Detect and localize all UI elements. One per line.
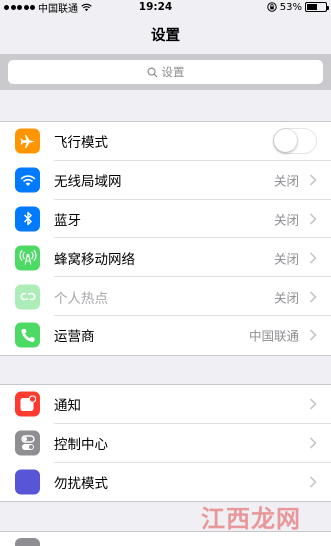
status-bar: 中国联通 19:24 53% [0, 0, 331, 15]
row-label: 运营商 [54, 329, 95, 346]
moon-icon [15, 469, 40, 495]
phone-icon [15, 322, 40, 348]
row-value: 关闭 [273, 290, 299, 306]
row-label: 个人热点 [54, 290, 108, 307]
chevron-right-icon [309, 213, 317, 225]
chevron-right-icon [309, 329, 317, 341]
chevron-right-icon [309, 291, 317, 303]
settings-row-airplane[interactable]: 飞行模式 [0, 122, 331, 161]
signal-dots-icon [4, 4, 35, 10]
page-title: 设置 [151, 27, 180, 44]
settings-row-notifications[interactable]: 通知 [0, 385, 331, 424]
watermark: 江西龙网 [201, 505, 301, 533]
general-icon [15, 538, 40, 546]
search-bar: 设置 [0, 54, 331, 90]
chevron-right-icon [309, 437, 317, 449]
settings-row-wifi[interactable]: 无线局域网 关闭 [0, 161, 331, 200]
chevron-right-icon [309, 174, 317, 186]
search-input[interactable]: 设置 [8, 60, 323, 84]
status-right: 53% [217, 1, 329, 13]
row-label: 蓝牙 [54, 212, 81, 229]
airplane-mode-toggle[interactable] [273, 128, 317, 155]
row-label: 控制中心 [54, 437, 108, 454]
row-label: 无线局域网 [54, 174, 122, 191]
chevron-right-icon [309, 476, 317, 488]
row-value: 关闭 [273, 173, 299, 189]
chevron-right-icon [309, 252, 317, 264]
system-section: 通知控制中心勿扰模式 [0, 384, 331, 503]
row-value: 关闭 [273, 212, 299, 228]
control-center-icon [15, 430, 40, 456]
settings-row-bluetooth[interactable]: 蓝牙 关闭 [0, 200, 331, 239]
row-value: 中国联通 [248, 328, 299, 344]
search-placeholder: 设置 [161, 65, 185, 79]
row-label: 通知 [54, 398, 81, 415]
wifi-status-icon [81, 3, 92, 11]
row-label: 勿扰模式 [54, 475, 108, 492]
notifications-icon [15, 391, 40, 417]
row-label: 飞行模式 [54, 135, 108, 152]
search-icon [147, 67, 158, 78]
settings-row-hotspot[interactable]: 个人热点 关闭 [0, 277, 331, 316]
settings-row-moon[interactable]: 勿扰模式 [0, 463, 331, 502]
battery-percent: 53% [279, 1, 302, 13]
connectivity-section: 飞行模式 无线局域网 关闭 蓝牙 关闭 蜂窝移动网络 关闭 个人热点 关闭 运营商 中国联通 [0, 121, 331, 356]
nav-bar: 设置 [0, 14, 331, 54]
carrier-name: 中国联通 [38, 3, 78, 15]
toggle-knob [274, 129, 297, 153]
battery-icon [305, 2, 329, 12]
row-label: 蜂窝移动网络 [54, 251, 135, 268]
wifi-icon [15, 167, 40, 193]
status-time: 19:24 [138, 1, 173, 13]
airplane-icon [15, 128, 40, 154]
settings-row-cellular[interactable]: 蜂窝移动网络 关闭 [0, 238, 331, 278]
row-value: 关闭 [273, 251, 299, 267]
bluetooth-icon [15, 206, 40, 232]
settings-row-phone[interactable]: 运营商 中国联通 [0, 316, 331, 355]
settings-row-control-center[interactable]: 控制中心 [0, 424, 331, 463]
chevron-right-icon [309, 398, 317, 410]
hotspot-icon [15, 284, 40, 310]
rotation-lock-icon [267, 2, 277, 12]
cellular-icon [15, 245, 40, 271]
